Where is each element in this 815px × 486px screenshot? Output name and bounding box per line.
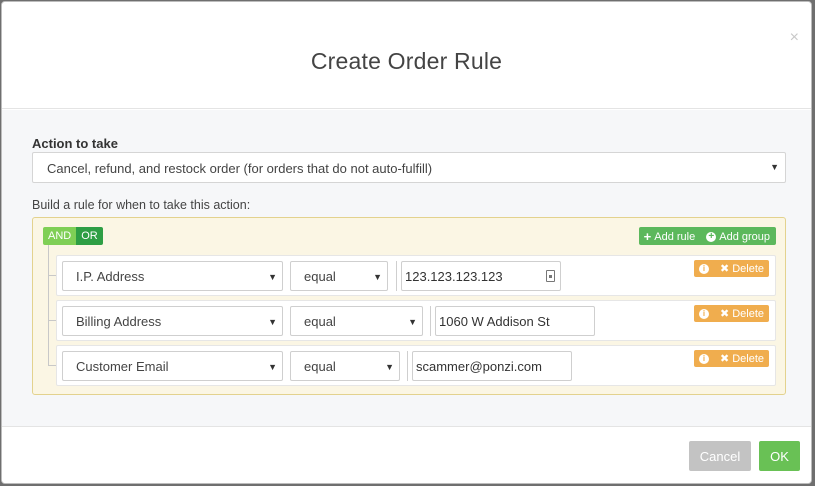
rule-actions: i ✖ Delete bbox=[694, 260, 770, 277]
action-select-value: Cancel, refund, and restock order (for o… bbox=[47, 161, 433, 176]
divider bbox=[430, 306, 431, 336]
add-group-label: Add group bbox=[719, 231, 770, 243]
rule-operator-select[interactable]: equal ▼ bbox=[290, 261, 388, 291]
rule-actions: i ✖ Delete bbox=[694, 350, 770, 367]
and-button[interactable]: AND bbox=[43, 227, 77, 245]
dropdown-caret-icon: ▼ bbox=[408, 317, 417, 327]
action-select[interactable]: Cancel, refund, and restock order (for o… bbox=[32, 152, 786, 183]
cancel-button[interactable]: Cancel bbox=[689, 441, 751, 471]
dropdown-caret-icon: ▼ bbox=[373, 272, 382, 282]
info-icon: i bbox=[699, 308, 709, 319]
rule-field-select[interactable]: Customer Email ▼ bbox=[62, 351, 283, 381]
divider bbox=[396, 261, 397, 291]
rule-operator-value: equal bbox=[304, 314, 336, 329]
rule-operator-select[interactable]: equal ▼ bbox=[290, 306, 423, 336]
divider bbox=[407, 351, 408, 381]
rule-value-text: 1060 W Addison St bbox=[439, 314, 550, 329]
plus-circle-icon: + bbox=[706, 232, 717, 242]
action-label: Action to take bbox=[32, 136, 118, 151]
tree-connector bbox=[48, 245, 49, 365]
modal-footer: Cancel OK bbox=[2, 426, 811, 483]
dropdown-caret-icon: ▼ bbox=[268, 272, 277, 282]
rule-info-button[interactable]: i bbox=[694, 260, 714, 277]
tree-branch bbox=[48, 365, 56, 366]
rule-field-value: Billing Address bbox=[76, 314, 162, 329]
rule-actions: i ✖ Delete bbox=[694, 305, 770, 322]
times-icon: ✖ bbox=[720, 263, 730, 275]
dropdown-caret-icon: ▼ bbox=[385, 362, 394, 372]
clipboard-icon bbox=[546, 270, 555, 282]
delete-label: Delete bbox=[732, 307, 765, 320]
rule-value-text: scammer@ponzi.com bbox=[416, 359, 542, 374]
rule-builder-label: Build a rule for when to take this actio… bbox=[32, 198, 251, 212]
rule-operator-value: equal bbox=[304, 269, 336, 284]
add-rule-button[interactable]: + Add rule bbox=[638, 227, 702, 245]
plus-icon: + bbox=[643, 228, 652, 244]
dropdown-caret-icon: ▼ bbox=[268, 317, 277, 327]
rule-row: Billing Address ▼ equal ▼ 1060 W Addison… bbox=[56, 300, 776, 341]
modal-header: Create Order Rule × bbox=[2, 2, 811, 109]
add-group-button[interactable]: + Add group bbox=[701, 227, 776, 245]
modal-title: Create Order Rule bbox=[310, 48, 503, 74]
delete-rule-button[interactable]: ✖ Delete bbox=[714, 305, 770, 322]
logic-toggle: AND OR bbox=[43, 227, 103, 245]
times-icon: ✖ bbox=[720, 308, 730, 320]
rule-value-text: 123.123.123.123 bbox=[405, 269, 503, 284]
rule-value-input[interactable]: scammer@ponzi.com bbox=[412, 351, 572, 381]
rule-info-button[interactable]: i bbox=[694, 350, 714, 367]
rule-operator-value: equal bbox=[304, 359, 336, 374]
delete-label: Delete bbox=[732, 352, 765, 365]
rule-group: AND OR + Add rule + Add group I.P. Addre… bbox=[32, 217, 786, 395]
tree-branch bbox=[48, 275, 56, 276]
rule-value-input[interactable]: 123.123.123.123 bbox=[401, 261, 561, 291]
dropdown-caret-icon: ▼ bbox=[770, 162, 779, 172]
times-icon: ✖ bbox=[720, 353, 730, 365]
rule-value-input[interactable]: 1060 W Addison St bbox=[435, 306, 595, 336]
rule-operator-select[interactable]: equal ▼ bbox=[290, 351, 400, 381]
delete-rule-button[interactable]: ✖ Delete bbox=[714, 260, 770, 277]
rule-field-value: I.P. Address bbox=[76, 269, 145, 284]
dropdown-caret-icon: ▼ bbox=[268, 362, 277, 372]
modal-body: Action to take Cancel, refund, and resto… bbox=[2, 110, 811, 426]
rule-row: I.P. Address ▼ equal ▼ 123.123.123.123 i bbox=[56, 255, 776, 296]
info-icon: i bbox=[699, 353, 709, 364]
delete-rule-button[interactable]: ✖ Delete bbox=[714, 350, 770, 367]
rule-field-value: Customer Email bbox=[76, 359, 169, 374]
add-rule-label: Add rule bbox=[654, 231, 696, 243]
rule-field-select[interactable]: I.P. Address ▼ bbox=[62, 261, 283, 291]
rule-field-select[interactable]: Billing Address ▼ bbox=[62, 306, 283, 336]
close-icon[interactable]: × bbox=[790, 30, 799, 46]
tree-branch bbox=[48, 320, 56, 321]
rule-row: Customer Email ▼ equal ▼ scammer@ponzi.c… bbox=[56, 345, 776, 386]
create-order-rule-modal: Create Order Rule × Action to take Cance… bbox=[1, 1, 812, 484]
or-button[interactable]: OR bbox=[76, 227, 103, 245]
group-actions: + Add rule + Add group bbox=[638, 227, 776, 245]
rule-info-button[interactable]: i bbox=[694, 305, 714, 322]
ok-button[interactable]: OK bbox=[759, 441, 800, 471]
delete-label: Delete bbox=[732, 262, 765, 275]
info-icon: i bbox=[699, 263, 709, 274]
